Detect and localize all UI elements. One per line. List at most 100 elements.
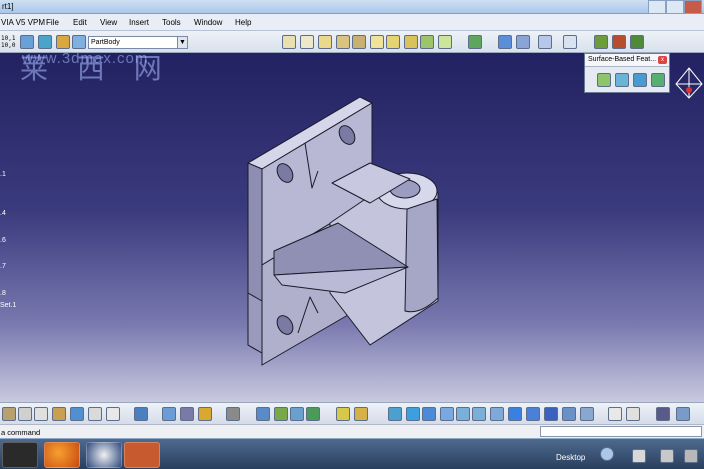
constraint-icon[interactable]	[516, 35, 530, 49]
surface-based-features-toolbar[interactable]: Surface-Based Feat... x	[584, 53, 670, 93]
catia-taskbar-icon[interactable]	[2, 442, 38, 468]
formula-icon[interactable]	[198, 407, 212, 421]
cube-icon[interactable]	[20, 35, 34, 49]
formula-fx-icon[interactable]	[608, 407, 622, 421]
minimize-button[interactable]	[648, 0, 666, 14]
current-body-value: PartBody	[91, 39, 120, 46]
scale-top-value: 10,1	[1, 35, 16, 42]
menu-window[interactable]: Window	[194, 18, 222, 27]
menu-tools[interactable]: Tools	[162, 18, 181, 27]
current-body-select[interactable]: PartBody ▼	[88, 36, 188, 49]
measure-icon[interactable]	[498, 35, 512, 49]
hide-show-icon[interactable]	[562, 407, 576, 421]
desktop-label[interactable]: Desktop	[556, 453, 585, 462]
clipboard-icon[interactable]	[52, 407, 66, 421]
pan-icon[interactable]	[422, 407, 436, 421]
comment-icon[interactable]	[626, 407, 640, 421]
part-model[interactable]	[0, 53, 704, 402]
paint-icon[interactable]	[124, 442, 160, 468]
window-title: rt1]	[2, 2, 14, 11]
status-prompt: a command	[1, 428, 41, 437]
floating-toolbar-title[interactable]: Surface-Based Feat... x	[585, 54, 669, 67]
rib-icon[interactable]	[386, 35, 400, 49]
update-icon[interactable]	[134, 407, 148, 421]
power-icon[interactable]	[684, 449, 698, 463]
shading-icon[interactable]	[544, 407, 558, 421]
title-bar: rt1]	[0, 0, 704, 14]
menu-help[interactable]: Help	[235, 18, 251, 27]
grid-icon[interactable]	[538, 35, 552, 49]
status-bar: a command	[0, 424, 704, 438]
sketch-icon[interactable]	[282, 35, 296, 49]
zoom-in-icon[interactable]	[456, 407, 470, 421]
maximize-button[interactable]	[666, 0, 684, 14]
pocket-icon[interactable]	[318, 35, 332, 49]
curvature-icon[interactable]	[630, 35, 644, 49]
network-icon[interactable]	[632, 449, 646, 463]
analysis-icon[interactable]	[594, 35, 608, 49]
volume-icon[interactable]	[660, 449, 674, 463]
pad-icon[interactable]	[300, 35, 314, 49]
3d-viewport[interactable]: 莱 西 网 www.3dmax.com .1 .4 .6 .7 .8 Set.1	[0, 53, 704, 402]
spline-icon[interactable]	[274, 407, 288, 421]
split-icon[interactable]	[597, 73, 611, 87]
bottom-toolbar	[0, 402, 704, 424]
app-window-icon[interactable]	[86, 442, 122, 468]
sew-surface-icon[interactable]	[651, 73, 665, 87]
undo-icon[interactable]	[70, 407, 84, 421]
rotate-icon[interactable]	[440, 407, 454, 421]
normal-view-icon[interactable]	[490, 407, 504, 421]
close-button[interactable]	[684, 0, 702, 14]
cut-icon[interactable]	[18, 407, 32, 421]
chevron-down-icon[interactable]: ▼	[177, 37, 187, 48]
material-icon[interactable]	[354, 407, 368, 421]
eraser-icon[interactable]	[72, 35, 86, 49]
profile-icon[interactable]	[290, 407, 304, 421]
fit-all-icon[interactable]	[406, 407, 420, 421]
menu-insert[interactable]: Insert	[129, 18, 149, 27]
close-surface-icon[interactable]	[633, 73, 647, 87]
tree-icon[interactable]	[676, 407, 690, 421]
hole-icon[interactable]	[370, 35, 384, 49]
stiffener-icon[interactable]	[438, 35, 452, 49]
sketch-plane-icon[interactable]	[256, 407, 270, 421]
command-input[interactable]	[540, 426, 702, 437]
paste-icon[interactable]	[2, 407, 16, 421]
point-icon[interactable]	[306, 407, 320, 421]
law-icon[interactable]	[180, 407, 194, 421]
axis-icon[interactable]	[162, 407, 176, 421]
scale-bottom-value: 10,0	[1, 42, 16, 49]
help-icon[interactable]	[106, 407, 120, 421]
groove-icon[interactable]	[352, 35, 366, 49]
thickness-icon[interactable]	[468, 35, 482, 49]
thick-surface-icon[interactable]	[615, 73, 629, 87]
select-icon[interactable]	[56, 35, 70, 49]
layer-icon[interactable]	[336, 407, 350, 421]
iso-view-icon[interactable]	[526, 407, 540, 421]
table-icon[interactable]	[656, 407, 670, 421]
swap-icon[interactable]	[580, 407, 594, 421]
shaft-icon[interactable]	[336, 35, 350, 49]
multi-section-icon[interactable]	[420, 35, 434, 49]
multi-view-icon[interactable]	[508, 407, 522, 421]
menu-file[interactable]: File	[46, 18, 59, 27]
top-toolbar: 10,1 10,0 PartBody ▼	[0, 31, 704, 53]
bluetooth-icon[interactable]	[600, 447, 614, 461]
zoom-out-icon[interactable]	[472, 407, 486, 421]
slot-icon[interactable]	[404, 35, 418, 49]
app-label: VIA V5 VPM	[1, 18, 46, 27]
firefox-icon[interactable]	[44, 442, 80, 468]
compass-icon[interactable]	[563, 35, 577, 49]
compass-icon[interactable]	[674, 66, 704, 106]
catalog-icon[interactable]	[38, 35, 52, 49]
menu-edit[interactable]: Edit	[73, 18, 87, 27]
close-icon[interactable]: x	[658, 56, 667, 64]
taskbar: Desktop	[0, 438, 704, 469]
menu-view[interactable]: View	[100, 18, 117, 27]
redo-icon[interactable]	[88, 407, 102, 421]
menu-bar: VIA V5 VPM File Edit View Insert Tools W…	[0, 14, 704, 31]
copy-icon[interactable]	[34, 407, 48, 421]
draft-analysis-icon[interactable]	[612, 35, 626, 49]
fly-icon[interactable]	[388, 407, 402, 421]
stack-icon[interactable]	[226, 407, 240, 421]
